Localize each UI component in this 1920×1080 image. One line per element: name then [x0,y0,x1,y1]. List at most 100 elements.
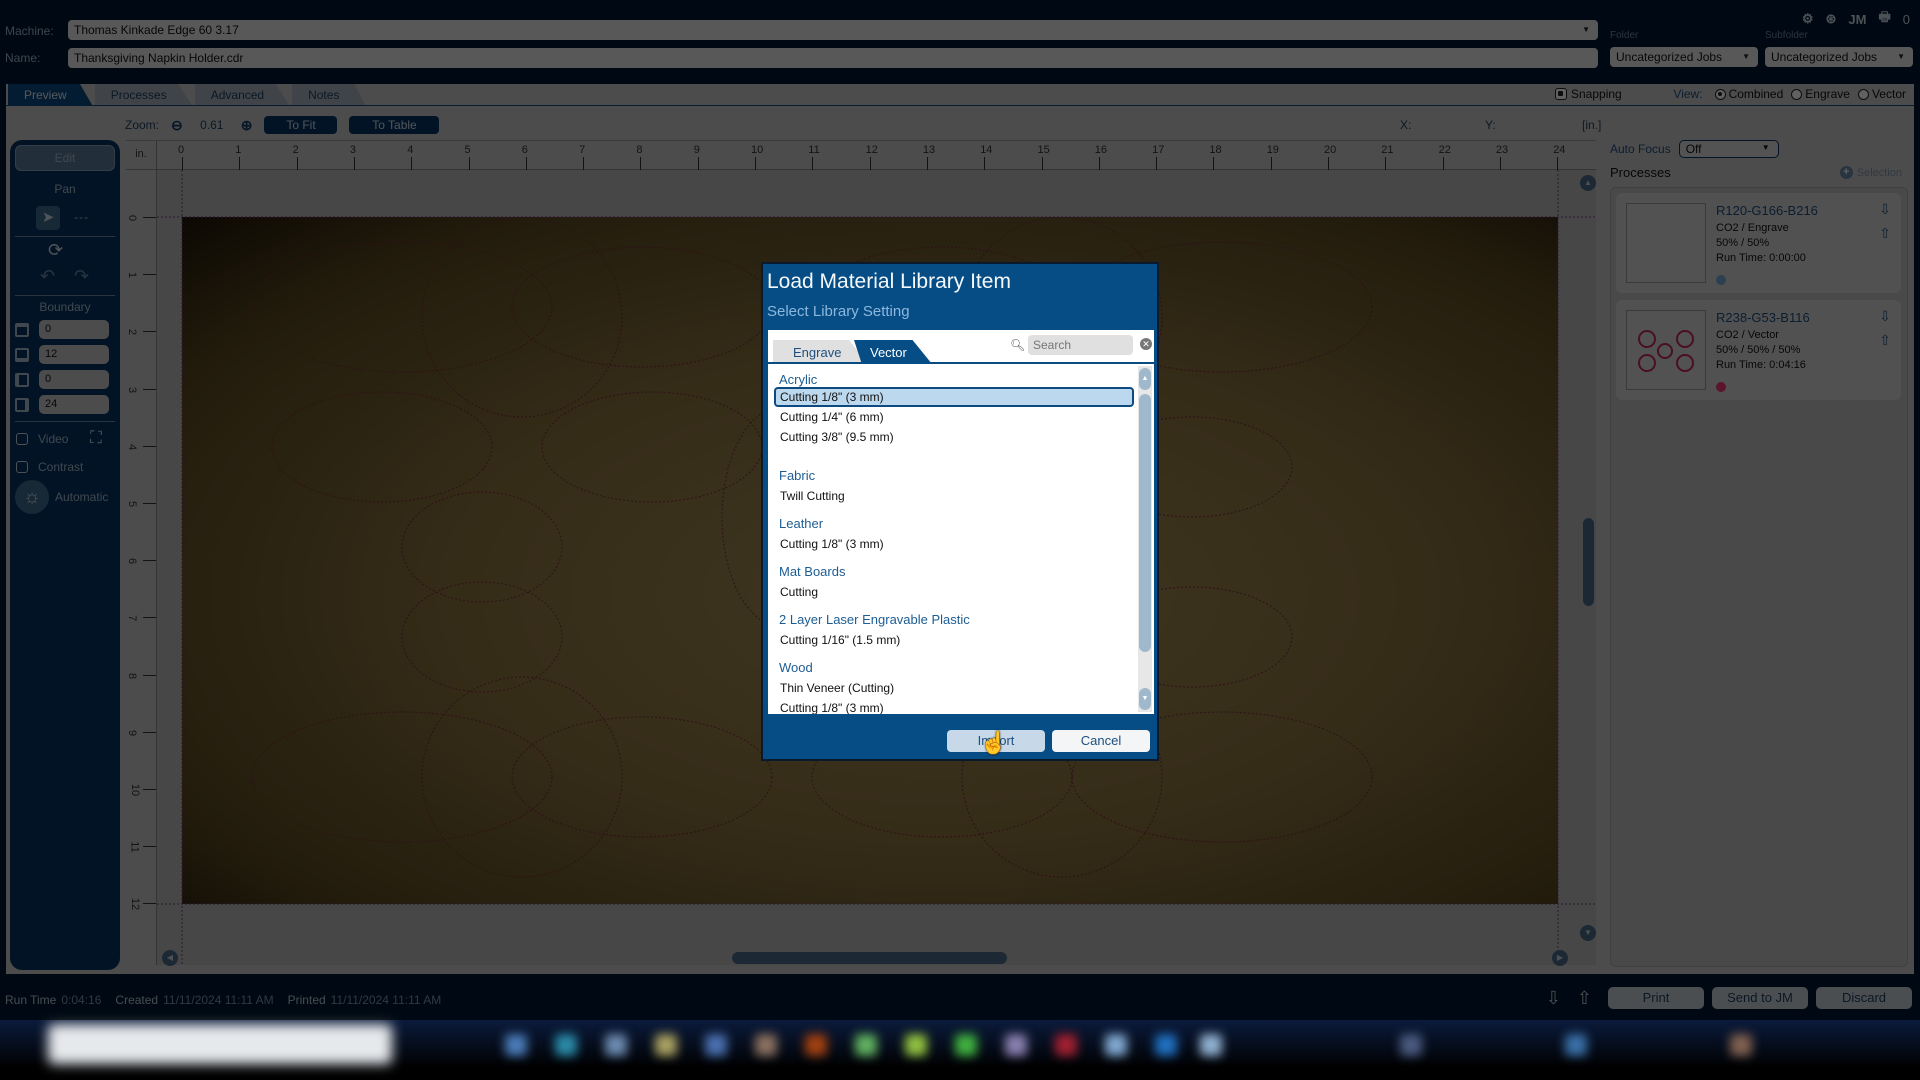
horizontal-scrollbar[interactable]: ◀ ▶ [157,950,1587,966]
vertical-scrollbar[interactable]: ▲ ▼ [1580,170,1596,950]
taskbar-app-icon[interactable] [655,1034,677,1056]
taskbar-app-icon[interactable] [1155,1034,1177,1056]
pointer-tool-icon[interactable]: ➤ [36,206,60,230]
contrast-toggle[interactable]: Contrast [16,460,83,474]
list-scroll-thumb[interactable] [1139,394,1151,652]
clear-search-icon[interactable]: ✕ [1140,338,1152,350]
contrast-checkbox[interactable] [16,461,28,473]
tab-preview[interactable]: Preview [8,84,93,106]
vertical-scroll-thumb[interactable] [1583,518,1594,606]
list-item[interactable]: Cutting 1/4" (6 mm) [774,407,1134,427]
folder-upload-icon[interactable]: ⇧ [1577,988,1592,1009]
taskbar-app-icon[interactable] [705,1034,727,1056]
taskbar-app-icon[interactable] [955,1034,977,1056]
boundary-top-input[interactable]: 0 [39,320,109,339]
list-item[interactable]: Cutting 1/16" (1.5 mm) [774,630,1134,650]
view-vector-radio[interactable]: Vector [1857,87,1906,101]
video-checkbox[interactable] [16,433,28,445]
edit-button[interactable]: Edit [15,145,115,171]
folder-download-icon[interactable]: ⇩ [1879,308,1891,325]
list-item[interactable]: Cutting [774,582,1134,602]
scroll-left-button[interactable]: ◀ [162,950,178,966]
tray-icon[interactable] [1400,1034,1422,1056]
subfolder-select[interactable]: Uncategorized Jobs ▼ [1765,47,1913,67]
list-item[interactable]: Cutting 1/8" (3 mm) [774,387,1134,407]
view-combined-radio[interactable]: Combined [1714,87,1783,101]
list-scrollbar[interactable]: ▲ ▼ [1138,366,1152,712]
folder-download-icon[interactable]: ⇩ [1879,201,1891,218]
send-to-jm-button[interactable]: Send to JM [1712,987,1808,1009]
job-name-field[interactable]: Thanksgiving Napkin Holder.cdr [68,48,1598,68]
image-zoom-icon[interactable]: ⛶ [90,428,102,448]
activity-icon[interactable]: ⊛ [1826,11,1837,27]
zoom-in-icon[interactable]: ⊕ [241,117,253,134]
tray-icon[interactable] [1565,1034,1587,1056]
cancel-button[interactable]: Cancel [1052,730,1150,752]
list-item[interactable]: Twill Cutting [774,486,1134,506]
redo-icon[interactable]: ↷ [74,266,89,287]
boundary-left-input[interactable]: 0 [39,370,109,389]
taskbar-app-icon[interactable] [905,1034,927,1056]
left-tool-panel: Edit Pan ➤ --- ⟳ ↶ ↷ Boundary 0 12 0 24 … [10,140,120,970]
taskbar-app-icon[interactable] [505,1034,527,1056]
tab-engrave[interactable]: Engrave [773,340,868,364]
list-item[interactable]: Cutting 1/8" (3 mm) [774,698,1134,714]
scroll-right-button[interactable]: ▶ [1552,950,1568,966]
tab-processes[interactable]: Processes [94,84,193,106]
list-item[interactable]: Thin Veneer (Cutting) [774,678,1134,698]
scroll-down-button[interactable]: ▼ [1139,688,1151,710]
automatic-brightness[interactable]: ☼ Automatic [15,480,108,514]
ruler-tick-label: 21 [1381,144,1394,156]
boundary-right-input[interactable]: 24 [39,395,109,414]
tab-vector[interactable]: Vector [854,340,932,364]
ruler-tick-line [143,217,156,218]
folder-upload-icon[interactable]: ⇧ [1879,225,1891,242]
taskbar-app-icon[interactable] [855,1034,877,1056]
snapping-checkbox[interactable] [1555,88,1567,100]
scroll-down-button[interactable]: ▼ [1580,925,1596,941]
taskbar-search[interactable] [48,1024,392,1064]
tray-icon[interactable] [1730,1034,1752,1056]
tab-advanced[interactable]: Advanced [194,84,291,106]
scroll-up-button[interactable]: ▲ [1139,368,1151,390]
printer-icon[interactable]: 🖶 [1878,8,1890,30]
list-item[interactable]: Cutting 3/8" (9.5 mm) [774,427,1134,447]
scroll-up-button[interactable]: ▲ [1580,175,1596,191]
boundary-bottom-input[interactable]: 12 [39,345,109,364]
snapping-toggle[interactable]: Snapping [1555,87,1622,101]
taskbar-app-icon[interactable] [1105,1034,1127,1056]
to-table-button[interactable]: To Table [349,116,440,134]
taskbar-app-icon[interactable] [755,1034,777,1056]
zoom-out-icon[interactable]: ⊖ [171,117,183,134]
undo-icon[interactable]: ↶ [40,266,55,287]
folder-select[interactable]: Uncategorized Jobs ▼ [1610,47,1758,67]
refresh-icon[interactable]: ⟳ [48,240,63,261]
taskbar-app-icon[interactable] [805,1034,827,1056]
job-manager-button[interactable]: JM [1848,12,1866,27]
taskbar-app-icon[interactable] [605,1034,627,1056]
to-fit-button[interactable]: To Fit [264,116,338,134]
taskbar-app-icon[interactable] [1055,1034,1077,1056]
process-card[interactable]: R238-G53-B116 CO2 / Vector 50% / 50% / 5… [1616,300,1901,400]
process-card[interactable]: R120-G166-B216 CO2 / Engrave 50% / 50% R… [1616,193,1901,293]
add-selection-button[interactable]: + Selection [1839,166,1902,179]
taskbar-app-icon[interactable] [1005,1034,1027,1056]
tab-notes[interactable]: Notes [292,84,366,106]
taskbar-app-icon[interactable] [555,1034,577,1056]
video-toggle[interactable]: Video [16,432,68,446]
list-item[interactable]: Cutting 1/8" (3 mm) [774,534,1134,554]
print-button[interactable]: Print [1608,987,1704,1009]
selection-label: Selection [1856,166,1902,179]
discard-button[interactable]: Discard [1816,987,1912,1009]
folder-upload-icon[interactable]: ⇧ [1879,332,1891,349]
gear-icon[interactable]: ⚙ [1802,11,1814,27]
horizontal-scroll-thumb[interactable] [732,952,1007,964]
search-input[interactable] [1028,335,1133,355]
ruler-tick-label: 3 [349,144,357,156]
auto-focus-select[interactable]: Off ▼ [1678,140,1779,158]
machine-select[interactable]: Thomas Kinkade Edge 60 3.17 ▼ [68,20,1598,40]
taskbar-app-icon[interactable] [1200,1034,1222,1056]
view-engrave-radio[interactable]: Engrave [1791,87,1850,101]
ruler-tick-label: 5 [126,500,139,508]
folder-download-icon[interactable]: ⇩ [1546,988,1561,1009]
